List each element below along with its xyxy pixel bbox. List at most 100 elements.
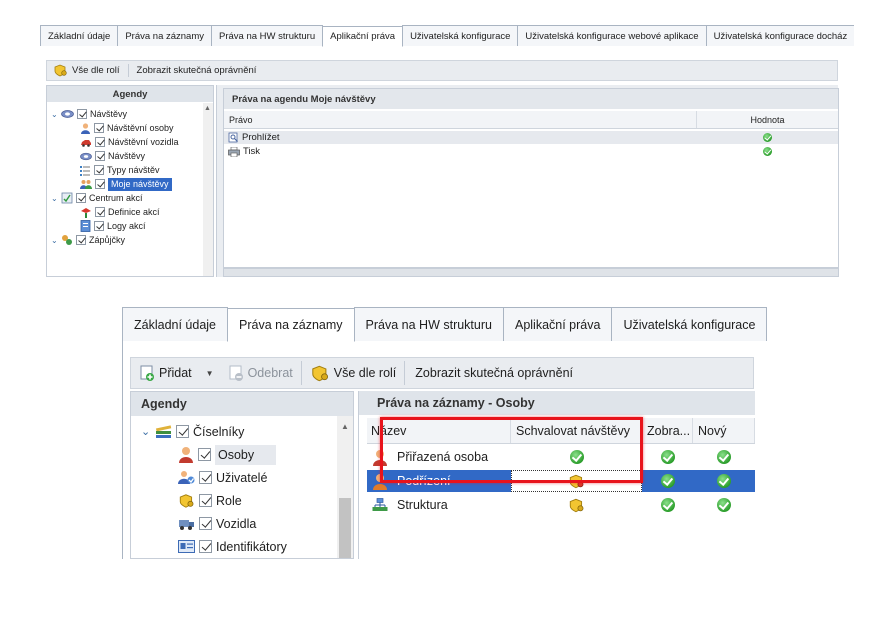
books-icon <box>155 424 172 439</box>
rights-panel-title: Práva na záznamy - Osoby <box>359 391 755 415</box>
check-green-icon <box>660 450 675 464</box>
tree-item-typy-navstev[interactable]: Typy návštěv <box>51 163 201 177</box>
toolbar-separator <box>300 361 302 385</box>
tab-record-rights[interactable]: Práva na záznamy <box>117 25 213 46</box>
role-icon <box>178 493 195 509</box>
column-header-value[interactable]: Hodnota <box>697 111 838 128</box>
agenda-panel-title: Agendy <box>131 392 353 416</box>
tree-item-zapujcky[interactable]: ⌄ Zápůjčky <box>51 233 201 247</box>
chevron-down-icon[interactable]: ⌄ <box>141 425 155 438</box>
tree-scrollbar[interactable]: ▲ <box>337 416 353 558</box>
tab-hw-structure-rights[interactable]: Práva na HW strukturu <box>211 25 324 46</box>
tree-item-vozidla[interactable]: Vozidla <box>141 512 331 535</box>
tree-checkbox[interactable] <box>199 517 212 530</box>
tree-item-identifikatory[interactable]: Identifikátory <box>141 535 331 558</box>
remove-button[interactable]: Odebrat <box>222 365 299 381</box>
tree-item-centrum-akci[interactable]: ⌄ Centrum akcí <box>51 191 201 205</box>
show-cell[interactable] <box>642 498 693 512</box>
tree-checkbox[interactable] <box>95 137 105 147</box>
scroll-up-arrow-icon[interactable]: ▲ <box>341 422 349 431</box>
new-cell[interactable] <box>693 474 755 488</box>
tree-item-navstevni-osoby[interactable]: Návštěvní osoby <box>51 121 201 135</box>
users-icon <box>178 470 195 486</box>
all-by-roles-button[interactable]: Vše dle rolí <box>304 365 403 382</box>
tree-checkbox[interactable] <box>95 151 105 161</box>
tree-checkbox[interactable] <box>94 165 104 175</box>
grid-row-struktura[interactable]: Struktura <box>367 493 755 517</box>
show-cell[interactable] <box>642 450 693 464</box>
new-cell[interactable] <box>693 498 755 512</box>
loan-icon <box>61 234 73 246</box>
show-actual-permissions-button[interactable]: Zobrazit skutečná oprávnění <box>407 366 579 380</box>
check-green-icon <box>660 474 675 488</box>
chevron-down-icon: ▼ <box>205 368 214 378</box>
view-icon <box>228 132 239 143</box>
scroll-up-arrow-icon[interactable]: ▲ <box>204 105 211 112</box>
tab-web-user-config[interactable]: Uživatelská konfigurace webové aplikace <box>517 25 707 46</box>
column-header-new[interactable]: Nový <box>693 418 755 443</box>
show-actual-permissions-button[interactable]: Zobrazit skutečná oprávnění <box>131 65 263 76</box>
add-record-icon <box>139 365 155 381</box>
value-cell[interactable] <box>698 147 838 156</box>
record-rights-screenshot: Základní údaje Práva na záznamy Práva na… <box>122 307 768 559</box>
approve-cell[interactable] <box>511 498 642 513</box>
tab-basic-info[interactable]: Základní údaje <box>40 25 119 46</box>
chevron-down-icon[interactable]: ⌄ <box>51 236 61 245</box>
tree-checkbox[interactable] <box>199 540 212 553</box>
tree-scrollbar[interactable]: ▲ <box>203 103 213 276</box>
tree-item-osoby[interactable]: Osoby <box>141 443 331 466</box>
car-icon <box>80 138 92 147</box>
grid-row-tisk[interactable]: Tisk <box>224 145 838 158</box>
tab-user-config[interactable]: Uživatelská konfigurace <box>611 307 768 341</box>
tree-checkbox[interactable] <box>199 471 212 484</box>
tree-checkbox[interactable] <box>76 235 86 245</box>
tree-checkbox[interactable] <box>176 425 189 438</box>
tree-checkbox[interactable] <box>198 448 211 461</box>
tree-checkbox[interactable] <box>94 221 104 231</box>
add-dropdown-arrow[interactable]: ▼ <box>198 369 222 378</box>
pin-icon <box>80 207 92 218</box>
agenda-tree: ⌄ Číselníky Osoby Uživatelé Role Vozidla… <box>141 420 331 558</box>
show-cell[interactable] <box>642 474 693 488</box>
tree-item-navstevy[interactable]: ⌄ Návštěvy <box>51 107 201 121</box>
person-icon <box>178 446 194 463</box>
column-header-right[interactable]: Právo <box>224 111 697 128</box>
tree-checkbox[interactable] <box>199 494 212 507</box>
tree-item-moje-navstevy[interactable]: Moje návštěvy <box>51 177 201 191</box>
all-by-roles-button[interactable]: Vše dle rolí <box>47 64 126 77</box>
tree-item-ciselniky[interactable]: ⌄ Číselníky <box>141 420 331 443</box>
check-green-icon <box>763 147 773 156</box>
tab-user-config[interactable]: Uživatelská konfigurace <box>402 25 519 46</box>
tab-basic-info[interactable]: Základní údaje <box>122 307 229 341</box>
tree-checkbox[interactable] <box>95 207 105 217</box>
value-cell[interactable] <box>698 133 838 142</box>
rights-panel: Práva na agendu Moje návštěvy Právo Hodn… <box>216 85 839 277</box>
tree-item-definice-akci[interactable]: Definice akcí <box>51 205 201 219</box>
tree-checkbox[interactable] <box>76 193 86 203</box>
scrollbar-thumb[interactable] <box>339 498 351 558</box>
chevron-down-icon[interactable]: ⌄ <box>51 194 61 203</box>
column-header-show[interactable]: Zobra... <box>642 418 693 443</box>
tree-checkbox[interactable] <box>77 109 87 119</box>
toolbar: Vše dle rolí Zobrazit skutečná oprávnění <box>46 60 838 81</box>
structure-icon <box>367 497 393 513</box>
tree-checkbox[interactable] <box>94 123 104 133</box>
new-cell[interactable] <box>693 450 755 464</box>
tree-item-logy-akci[interactable]: Logy akcí <box>51 219 201 233</box>
tab-application-rights[interactable]: Aplikační práva <box>502 307 613 341</box>
tab-hw-structure-rights[interactable]: Práva na HW strukturu <box>353 307 504 341</box>
tab-record-rights[interactable]: Práva na záznamy <box>227 308 355 342</box>
tree-item-navstevni-vozidla[interactable]: Návštěvní vozidla <box>51 135 201 149</box>
tab-attendance-user-config[interactable]: Uživatelská konfigurace docház <box>705 25 855 46</box>
chevron-down-icon[interactable]: ⌄ <box>51 110 61 119</box>
tree-item-role[interactable]: Role <box>141 489 331 512</box>
tree-item-uzivatele[interactable]: Uživatelé <box>141 466 331 489</box>
add-button[interactable]: Přidat <box>131 365 198 381</box>
check-green-icon <box>717 498 731 512</box>
tree-item-navstevy-child[interactable]: Návštěvy <box>51 149 201 163</box>
tab-application-rights[interactable]: Aplikační práva <box>322 26 404 47</box>
tree-checkbox[interactable] <box>95 179 105 189</box>
visits-icon <box>80 152 92 161</box>
toolbar-separator <box>404 361 406 385</box>
grid-row-prohlizet[interactable]: Prohlížet <box>224 131 838 144</box>
